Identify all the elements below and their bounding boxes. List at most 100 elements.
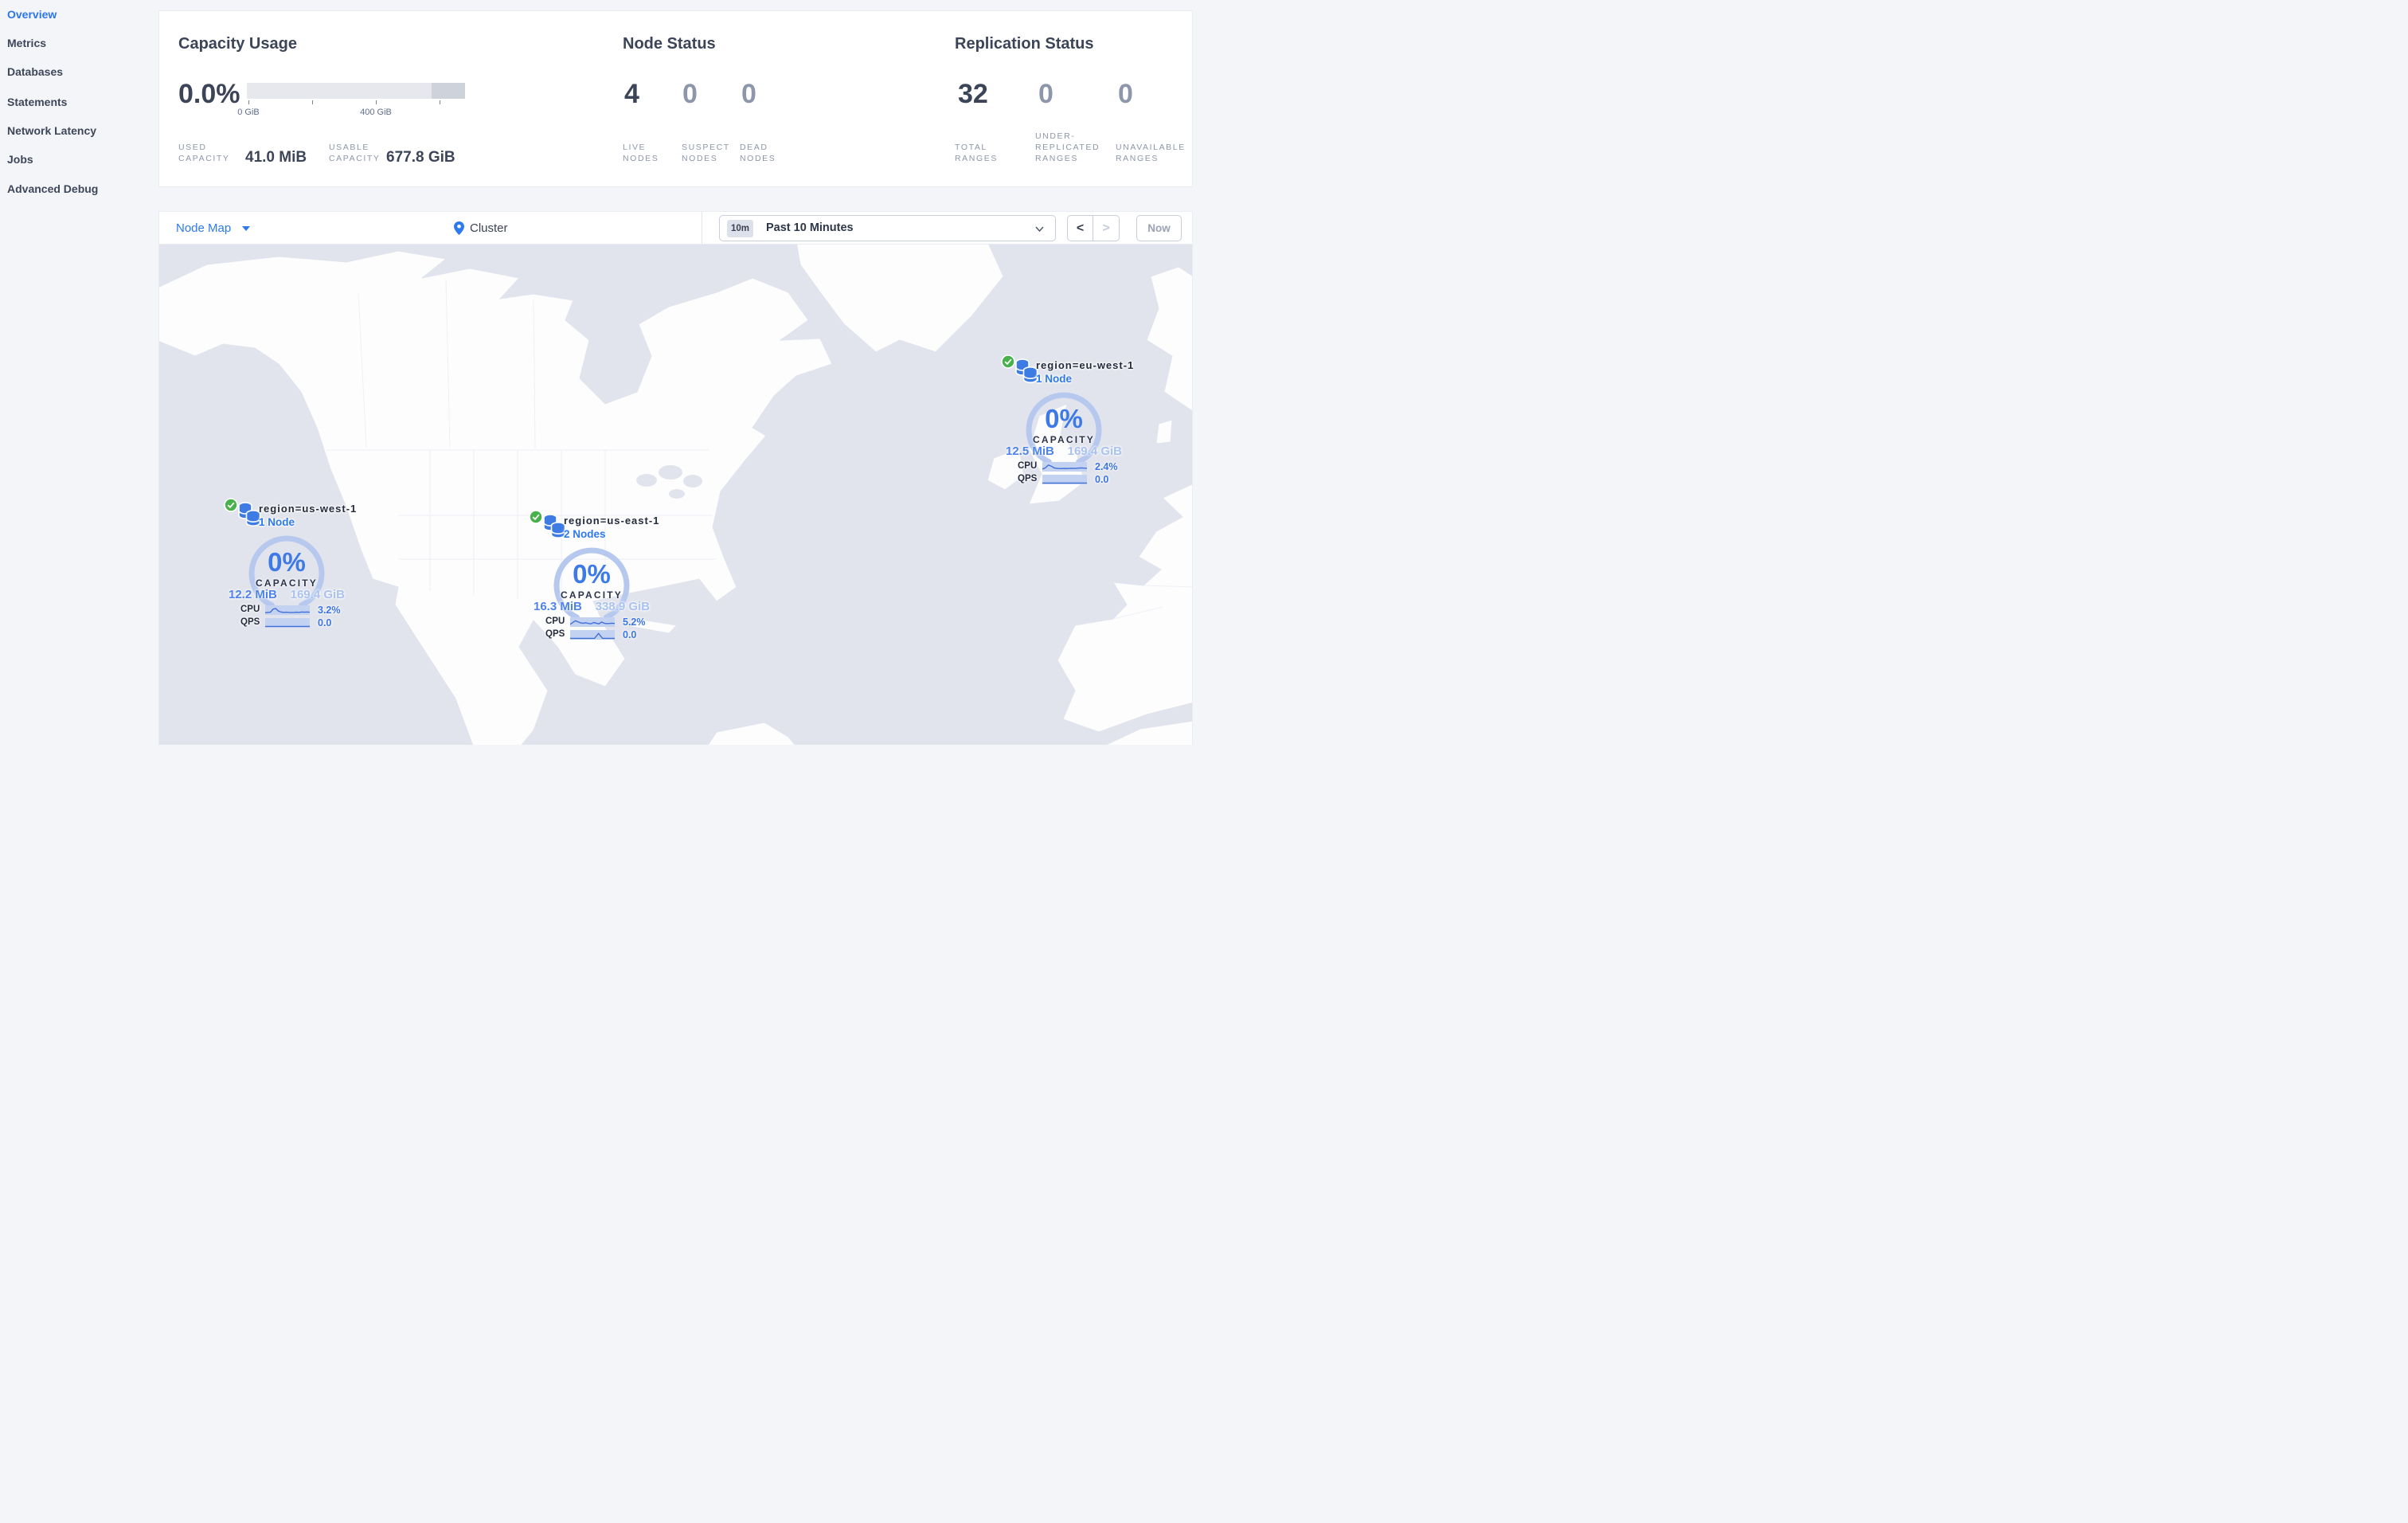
node-map-toolbar: Node Map Cluster 10m Past 10 Minutes < >… bbox=[159, 212, 1192, 245]
capacity-gauge-label: CAPACITY bbox=[255, 577, 319, 589]
chevron-down-icon bbox=[1035, 226, 1044, 232]
region-header: region=eu-west-1 1 Node bbox=[1036, 359, 1134, 385]
region-node-count: 1 Node bbox=[259, 516, 295, 528]
cpu-value: 3.2% bbox=[318, 605, 341, 616]
region-name: region=eu-west-1 bbox=[1036, 359, 1135, 371]
live-nodes-label-line2: NODES bbox=[623, 154, 659, 163]
now-button[interactable]: Now bbox=[1136, 215, 1182, 241]
qps-sparkline bbox=[570, 630, 615, 640]
qps-label: QPS bbox=[1018, 474, 1038, 484]
sidebar: Overview Metrics Databases Statements Ne… bbox=[0, 0, 158, 762]
usable-capacity-value: 677.8 GiB bbox=[386, 149, 455, 166]
time-range-label: Past 10 Minutes bbox=[766, 221, 854, 234]
capacity-percent: 0% bbox=[268, 547, 306, 577]
total-ranges-label-line1: TOTAL bbox=[955, 143, 987, 152]
time-step-back-button[interactable]: < bbox=[1068, 216, 1093, 241]
view-selector-dropdown[interactable]: Node Map bbox=[176, 212, 251, 245]
used-capacity-label-line1: USED bbox=[178, 143, 207, 152]
region-usable-capacity: 338.9 GiB bbox=[595, 600, 650, 613]
suspect-nodes-label-line2: NODES bbox=[682, 154, 718, 163]
capacity-percent: 0% bbox=[573, 559, 611, 589]
region-used-capacity: 12.2 MiB bbox=[229, 588, 277, 601]
region-usable-capacity: 169.4 GiB bbox=[1067, 444, 1122, 458]
region-used-capacity: 16.3 MiB bbox=[534, 600, 582, 613]
under-replicated-label-line2: REPLICATED bbox=[1035, 143, 1100, 152]
qps-sparkline bbox=[265, 618, 310, 628]
region-name: region=us-east-1 bbox=[564, 515, 660, 527]
dead-nodes-count: 0 bbox=[741, 79, 756, 109]
chevron-down-icon bbox=[242, 226, 251, 232]
axis-tick-label: 0 GiB bbox=[237, 108, 260, 117]
under-replicated-label-line1: UNDER- bbox=[1035, 131, 1076, 141]
cpu-value: 2.4% bbox=[1095, 461, 1118, 472]
total-ranges-label-line2: RANGES bbox=[955, 154, 998, 163]
usable-capacity-label-line1: USABLE bbox=[329, 143, 370, 152]
node-map: region=us-west-1 1 Node 0% CAPACITY 12.2… bbox=[159, 245, 1192, 745]
cpu-sparkline bbox=[1042, 462, 1088, 472]
capacity-usage-percent: 0.0% bbox=[178, 79, 240, 109]
region-header: region=us-east-1 2 Nodes bbox=[564, 515, 659, 540]
time-step-forward-button[interactable]: > bbox=[1093, 216, 1119, 241]
suspect-nodes-count: 0 bbox=[682, 79, 698, 109]
region-node-count: 2 Nodes bbox=[564, 528, 606, 540]
sidebar-item-statements[interactable]: Statements bbox=[7, 96, 67, 108]
used-capacity-value: 41.0 MiB bbox=[245, 149, 307, 166]
cpu-label: CPU bbox=[240, 605, 260, 614]
capacity-usage-bar bbox=[247, 83, 465, 99]
time-range-selector[interactable]: 10m Past 10 Minutes bbox=[719, 215, 1056, 241]
capacity-gauge-label: CAPACITY bbox=[1032, 434, 1096, 445]
breadcrumb[interactable]: Cluster bbox=[454, 212, 508, 245]
cluster-summary-panel: Capacity Usage 0.0% 0 GiB 400 GiB USED C… bbox=[158, 10, 1193, 187]
sidebar-item-overview[interactable]: Overview bbox=[7, 8, 57, 21]
cpu-label: CPU bbox=[545, 617, 565, 626]
cpu-sparkline bbox=[264, 605, 311, 615]
usable-capacity-label-line2: CAPACITY bbox=[329, 154, 381, 163]
suspect-nodes-label-line1: SUSPECT bbox=[682, 143, 730, 152]
live-nodes-label-line1: LIVE bbox=[623, 143, 647, 152]
view-selector-label: Node Map bbox=[176, 221, 232, 235]
region-marker-us-west-1[interactable]: region=us-west-1 1 Node 0% CAPACITY 12.2… bbox=[224, 498, 356, 633]
under-replicated-label-line3: RANGES bbox=[1035, 154, 1078, 163]
unavailable-ranges-count: 0 bbox=[1118, 79, 1133, 109]
world-map-graphic bbox=[159, 245, 1192, 745]
live-nodes-count: 4 bbox=[624, 79, 639, 109]
node-status-title: Node Status bbox=[623, 35, 716, 53]
region-marker-us-east-1[interactable]: region=us-east-1 2 Nodes 0% CAPACITY 16.… bbox=[529, 510, 659, 645]
axis-tick-label: 400 GiB bbox=[360, 108, 392, 117]
qps-value: 0.0 bbox=[1095, 474, 1109, 485]
capacity-percent: 0% bbox=[1045, 404, 1083, 433]
cpu-label: CPU bbox=[1018, 461, 1038, 471]
time-range-badge: 10m bbox=[727, 220, 753, 237]
qps-value: 0.0 bbox=[318, 617, 332, 628]
region-usable-capacity: 169.4 GiB bbox=[290, 588, 345, 601]
sidebar-item-advanced-debug[interactable]: Advanced Debug bbox=[7, 182, 98, 195]
region-node-count: 1 Node bbox=[1036, 373, 1073, 385]
sidebar-item-jobs[interactable]: Jobs bbox=[7, 153, 33, 166]
sidebar-item-databases[interactable]: Databases bbox=[7, 65, 63, 78]
used-capacity-label-line2: CAPACITY bbox=[178, 154, 230, 163]
total-ranges-count: 32 bbox=[958, 79, 988, 109]
qps-sparkline bbox=[1042, 475, 1087, 484]
axis-tick bbox=[312, 100, 313, 104]
unavailable-ranges-label-line2: RANGES bbox=[1116, 154, 1159, 163]
node-map-panel: Node Map Cluster 10m Past 10 Minutes < >… bbox=[158, 211, 1193, 745]
capacity-usage-title: Capacity Usage bbox=[178, 35, 297, 53]
cpu-value: 5.2% bbox=[623, 617, 646, 628]
replication-status-title: Replication Status bbox=[955, 35, 1094, 53]
sidebar-item-metrics[interactable]: Metrics bbox=[7, 37, 46, 49]
qps-label: QPS bbox=[240, 617, 260, 627]
qps-label: QPS bbox=[545, 629, 565, 639]
axis-tick bbox=[376, 100, 377, 104]
sidebar-item-network-latency[interactable]: Network Latency bbox=[7, 124, 96, 137]
time-step-control: < > bbox=[1067, 215, 1120, 241]
region-marker-eu-west-1[interactable]: region=eu-west-1 1 Node 0% CAPACITY 12.5… bbox=[1001, 354, 1133, 490]
breadcrumb-label: Cluster bbox=[470, 221, 508, 235]
region-used-capacity: 12.5 MiB bbox=[1006, 444, 1054, 458]
region-header: region=us-west-1 1 Node bbox=[259, 503, 357, 528]
cpu-sparkline bbox=[569, 617, 616, 627]
axis-tick bbox=[248, 100, 249, 104]
unavailable-ranges-label-line1: UNAVAILABLE bbox=[1116, 143, 1186, 152]
dead-nodes-label-line1: DEAD bbox=[740, 143, 768, 152]
capacity-reserved-segment bbox=[432, 83, 465, 99]
dead-nodes-label-line2: NODES bbox=[740, 154, 776, 163]
